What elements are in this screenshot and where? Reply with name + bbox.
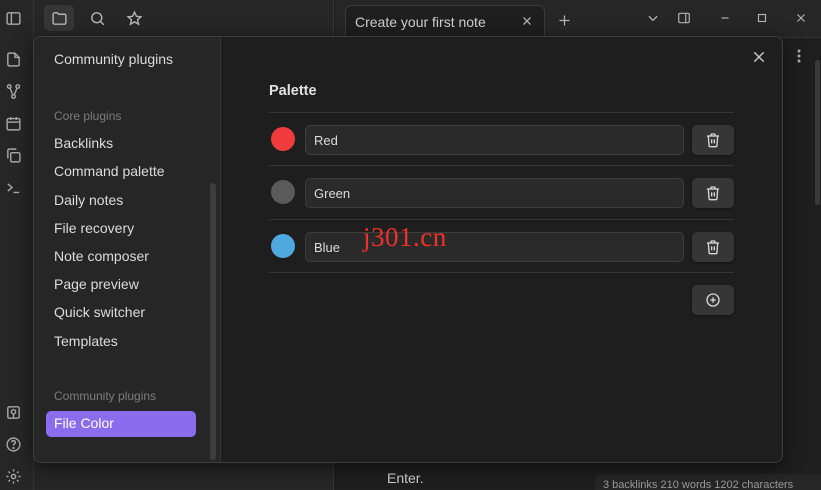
trash-icon	[707, 133, 719, 148]
status-bar: 3 backlinks 210 words 1202 characters	[595, 474, 821, 490]
palette-heading: Palette	[269, 83, 317, 99]
sidebar-item-file-color[interactable]: File Color	[46, 411, 196, 437]
vault-icon[interactable]	[0, 399, 26, 425]
sidebar-item-backlinks[interactable]: Backlinks	[46, 131, 196, 157]
divider	[269, 165, 734, 166]
delete-color-button-red[interactable]	[692, 125, 734, 155]
sidebar-scrollbar[interactable]	[210, 183, 216, 460]
divider	[269, 219, 734, 220]
copy-icon[interactable]	[0, 142, 26, 168]
sidebar-item-community-plugins[interactable]: Community plugins	[46, 47, 196, 73]
sidebar-heading-community-plugins: Community plugins	[54, 389, 157, 403]
maximize-icon[interactable]	[749, 6, 775, 30]
trash-icon	[707, 240, 719, 255]
minimize-icon[interactable]	[712, 6, 738, 30]
sidebar-item-note-composer[interactable]: Note composer	[46, 244, 196, 270]
tab-close-icon[interactable]	[518, 12, 536, 30]
color-swatch-green[interactable]	[271, 180, 295, 204]
sidebar-right-icon[interactable]	[671, 6, 697, 30]
more-options-icon[interactable]	[789, 46, 809, 66]
bookmark-star-icon[interactable]	[119, 5, 149, 31]
sidebar-toggle-icon[interactable]	[0, 5, 26, 31]
color-swatch-red[interactable]	[271, 127, 295, 151]
divider	[269, 272, 734, 273]
color-name-input-green[interactable]	[305, 178, 684, 208]
delete-color-button-blue[interactable]	[692, 232, 734, 262]
folder-icon[interactable]	[44, 5, 74, 31]
switcher-icon[interactable]	[0, 46, 26, 72]
divider	[269, 112, 734, 113]
color-swatch-blue[interactable]	[271, 234, 295, 258]
graph-icon[interactable]	[0, 78, 26, 104]
left-ribbon	[0, 0, 34, 490]
chevron-down-icon[interactable]	[640, 6, 666, 30]
color-name-input-blue[interactable]	[305, 232, 684, 262]
terminal-icon[interactable]	[0, 174, 26, 200]
trash-icon	[707, 186, 719, 201]
close-icon[interactable]	[788, 6, 814, 30]
watermark: j301.cn	[363, 222, 447, 252]
help-icon[interactable]	[0, 431, 26, 457]
settings-sidebar: Community plugins Core plugins Backlinks…	[34, 37, 221, 462]
sidebar-item-file-recovery[interactable]: File recovery	[46, 216, 196, 242]
settings-icon[interactable]	[0, 463, 26, 489]
editor-scrollbar[interactable]	[815, 60, 820, 205]
sidebar-item-daily-notes[interactable]: Daily notes	[46, 188, 196, 214]
tab-create-first-note[interactable]: Create your first note	[345, 5, 545, 37]
sidebar-item-page-preview[interactable]: Page preview	[46, 272, 196, 298]
sidebar-item-quick-switcher[interactable]: Quick switcher	[46, 300, 196, 326]
search-icon[interactable]	[82, 5, 112, 31]
modal-close-icon[interactable]	[747, 45, 771, 69]
tab-title: Create your first note	[355, 14, 486, 30]
sidebar-heading-core-plugins: Core plugins	[54, 109, 122, 123]
new-tab-icon[interactable]	[552, 8, 576, 32]
calendar-icon[interactable]	[0, 110, 26, 136]
color-name-input-red[interactable]	[305, 125, 684, 155]
plus-circle-icon	[706, 293, 720, 307]
add-color-button[interactable]	[692, 285, 734, 315]
sidebar-item-templates[interactable]: Templates	[46, 329, 196, 355]
delete-color-button-green[interactable]	[692, 178, 734, 208]
sidebar-item-command-palette[interactable]: Command palette	[46, 159, 196, 185]
editor-text-line: Enter.	[387, 470, 424, 486]
